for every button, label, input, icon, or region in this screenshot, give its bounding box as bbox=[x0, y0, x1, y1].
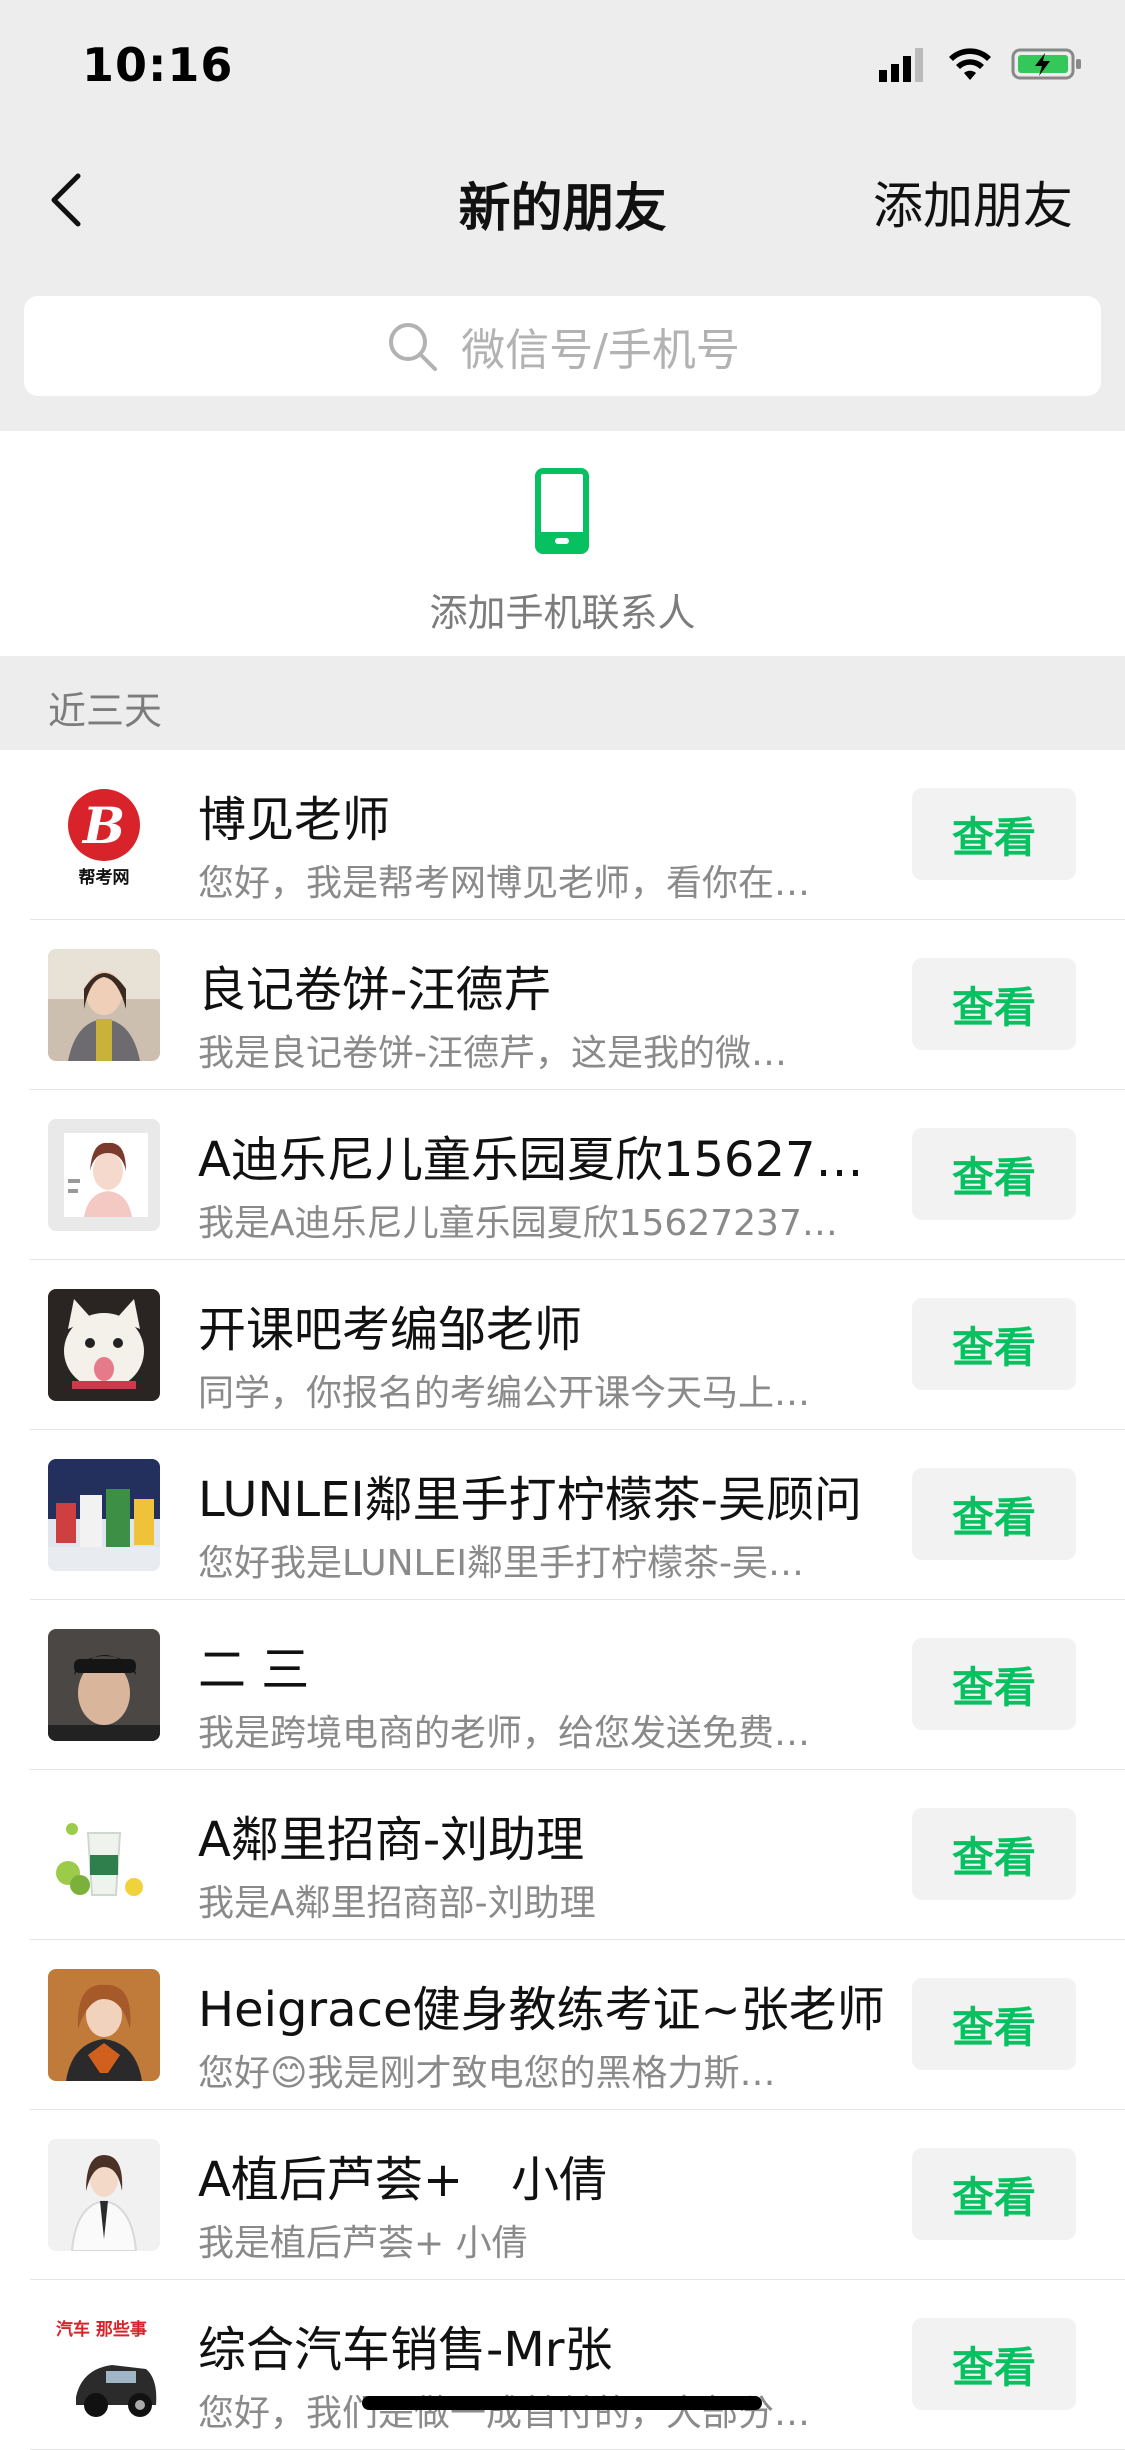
friend-name: A迪乐尼儿童乐园夏欣15627… bbox=[198, 1132, 864, 1188]
friend-name: A鄰里招商-刘助理 bbox=[198, 1812, 585, 1868]
list-item[interactable]: B 帮考网 博见老师 您好，我是帮考网博见老师，看你在… 查看 bbox=[0, 750, 1125, 920]
friend-name: A植后芦荟+ 小倩 bbox=[198, 2152, 608, 2208]
friend-message: 您好我是LUNLEI鄰里手打柠檬茶-吴… bbox=[198, 1543, 804, 1584]
battery-icon bbox=[1011, 48, 1081, 80]
view-button[interactable]: 查看 bbox=[912, 958, 1076, 1050]
friend-name: LUNLEI鄰里手打柠檬茶-吴顾问 bbox=[198, 1472, 862, 1528]
search-placeholder: 微信号/手机号 bbox=[461, 325, 740, 376]
view-button[interactable]: 查看 bbox=[912, 1128, 1076, 1220]
view-button[interactable]: 查看 bbox=[912, 1808, 1076, 1900]
friend-name: Heigrace健身教练考证~张老师 bbox=[198, 1982, 885, 2038]
search-input[interactable]: 微信号/手机号 bbox=[24, 296, 1101, 396]
add-phone-label: 添加手机联系人 bbox=[429, 591, 696, 635]
view-button[interactable]: 查看 bbox=[912, 1468, 1076, 1560]
svg-text:汽车 那些事: 汽车 那些事 bbox=[56, 2319, 147, 2340]
status-time: 10:16 bbox=[82, 38, 234, 92]
view-button[interactable]: 查看 bbox=[912, 788, 1076, 880]
svg-text:B: B bbox=[81, 796, 125, 855]
friend-message: 您好，我是帮考网博见老师，看你在… bbox=[198, 863, 811, 904]
view-button[interactable]: 查看 bbox=[912, 2148, 1076, 2240]
friend-name: 良记卷饼-汪德芹 bbox=[198, 962, 552, 1018]
avatar: B 帮考网 bbox=[48, 779, 160, 891]
section-title: 近三天 bbox=[48, 689, 163, 733]
friend-message: 我是A迪乐尼儿童乐园夏欣15627237… bbox=[198, 1203, 838, 1244]
friend-message: 我是良记卷饼-汪德芹，这是我的微… bbox=[198, 1033, 787, 1074]
section-header: 近三天 bbox=[0, 656, 1125, 750]
avatar bbox=[48, 2139, 160, 2251]
friend-message: 我是植后芦荟+ 小倩 bbox=[198, 2223, 528, 2264]
wifi-icon bbox=[949, 48, 991, 80]
list-item[interactable]: A迪乐尼儿童乐园夏欣15627… 我是A迪乐尼儿童乐园夏欣15627237… 查… bbox=[0, 1090, 1125, 1260]
avatar bbox=[48, 1289, 160, 1401]
avatar bbox=[48, 949, 160, 1061]
home-indicator bbox=[362, 2396, 762, 2410]
friend-message: 您好😊我是刚才致电您的黑格力斯… bbox=[198, 2053, 776, 2094]
view-button[interactable]: 查看 bbox=[912, 1638, 1076, 1730]
list-item[interactable]: A植后芦荟+ 小倩 我是植后芦荟+ 小倩 查看 bbox=[0, 2110, 1125, 2280]
list-item[interactable]: A鄰里招商-刘助理 我是A鄰里招商部-刘助理 查看 bbox=[0, 1770, 1125, 1940]
avatar bbox=[48, 1969, 160, 2081]
list-item[interactable]: Heigrace健身教练考证~张老师 您好😊我是刚才致电您的黑格力斯… 查看 bbox=[0, 1940, 1125, 2110]
signal-icon bbox=[879, 48, 923, 82]
avatar bbox=[48, 1119, 160, 1231]
view-button[interactable]: 查看 bbox=[912, 1298, 1076, 1390]
list-item[interactable]: 开课吧考编邹老师 同学，你报名的考编公开课今天马上… 查看 bbox=[0, 1260, 1125, 1430]
top-bar: 10:16 新的朋友 添加朋友 微信号/手机号 bbox=[0, 0, 1125, 431]
friend-request-list: B 帮考网 博见老师 您好，我是帮考网博见老师，看你在… 查看 良记卷饼-汪德芹… bbox=[0, 750, 1125, 2450]
search-icon bbox=[389, 323, 438, 371]
list-item[interactable]: LUNLEI鄰里手打柠檬茶-吴顾问 您好我是LUNLEI鄰里手打柠檬茶-吴… 查… bbox=[0, 1430, 1125, 1600]
view-button[interactable]: 查看 bbox=[912, 2318, 1076, 2410]
avatar bbox=[48, 1629, 160, 1741]
view-button[interactable]: 查看 bbox=[912, 1978, 1076, 2070]
status-icons bbox=[879, 46, 1083, 82]
add-friend-button[interactable]: 添加朋友 bbox=[873, 166, 1073, 238]
list-item[interactable]: 二 三 我是跨境电商的老师，给您发送免费… 查看 bbox=[0, 1600, 1125, 1770]
friend-message: 我是跨境电商的老师，给您发送免费… bbox=[198, 1713, 811, 1754]
avatar: 汽车 那些事 bbox=[48, 2309, 160, 2421]
friend-name: 开课吧考编邹老师 bbox=[198, 1302, 583, 1358]
friend-name: 博见老师 bbox=[198, 792, 391, 848]
avatar bbox=[48, 1459, 160, 1571]
friend-message: 同学，你报名的考编公开课今天马上… bbox=[198, 1373, 811, 1414]
friend-message: 您好，我们是做一成首付的，大部分… bbox=[198, 2393, 811, 2434]
friend-message: 我是A鄰里招商部-刘助理 bbox=[198, 1883, 596, 1924]
phone-icon bbox=[535, 468, 589, 554]
list-item[interactable]: 汽车 那些事 综合汽车销售-Mr张 您好，我们是做一成首付的，大部分… 查看 bbox=[0, 2280, 1125, 2450]
friend-name: 二 三 bbox=[198, 1642, 310, 1698]
add-phone-contacts[interactable]: 添加手机联系人 bbox=[0, 432, 1125, 656]
avatar bbox=[48, 1799, 160, 1911]
svg-text:帮考网: 帮考网 bbox=[79, 867, 130, 888]
list-item[interactable]: 良记卷饼-汪德芹 我是良记卷饼-汪德芹，这是我的微… 查看 bbox=[0, 920, 1125, 1090]
friend-name: 综合汽车销售-Mr张 bbox=[198, 2322, 613, 2378]
